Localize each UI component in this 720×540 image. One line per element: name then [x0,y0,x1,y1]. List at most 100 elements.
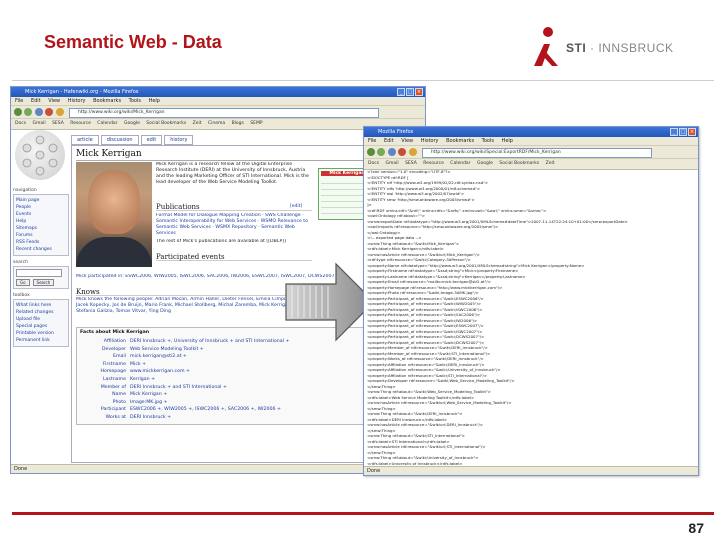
bookmark-item[interactable]: Zeit [193,121,202,126]
close-button[interactable]: × [688,128,696,136]
bookmark-item[interactable]: SEMP [250,121,262,126]
toolbox-item[interactable]: Related changes [16,309,66,316]
toolbox-item[interactable]: What links here [16,302,66,309]
minimize-button[interactable]: _ [397,88,405,96]
stop-icon[interactable] [45,108,53,116]
bio-section: Mick Kerrigan is a research fellow at th… [156,162,312,262]
menu-tools[interactable]: Tools [129,98,141,104]
bookmark-item[interactable]: Resource [423,161,444,166]
profile-photo[interactable] [76,162,152,267]
menu-help[interactable]: Help [149,98,160,104]
menu-file[interactable]: File [368,138,376,144]
sidebar-item-forums[interactable]: Forums [16,232,66,239]
reload-icon[interactable] [388,148,396,156]
fact-key[interactable]: Lastname [80,376,130,384]
toolbox-item[interactable]: Permanent link [16,337,66,344]
bookmark-item[interactable]: Cinema [208,121,225,126]
reload-icon[interactable] [35,108,43,116]
menu-tools[interactable]: Tools [482,138,494,144]
home-icon[interactable] [56,108,64,116]
stop-icon[interactable] [398,148,406,156]
menu-edit[interactable]: Edit [384,138,394,144]
fact-key[interactable]: Name [80,391,130,399]
menu-bookmarks[interactable]: Bookmarks [446,138,474,144]
menu-bookmarks[interactable]: Bookmarks [93,98,121,104]
menu-view[interactable]: View [48,98,60,104]
sidebar-item-sitemaps[interactable]: Sitemaps [16,225,66,232]
bookmark-item[interactable]: Gmail [32,121,45,126]
wiki-logo[interactable] [15,130,65,180]
menu-file[interactable]: File [15,98,23,104]
menu-history[interactable]: History [421,138,439,144]
bookmark-item[interactable]: Docs [15,121,26,126]
maximize-button[interactable]: □ [406,88,414,96]
fact-key[interactable]: Member of [80,384,130,392]
url-bar[interactable]: http://www.wiki.org/wiki/Special:ExportR… [422,148,652,158]
bookmark-item[interactable]: Calendar [450,161,470,166]
sidebar-item-main-page[interactable]: Main page [16,197,66,204]
tab-edit[interactable]: edit [140,135,163,145]
fact-key[interactable]: Photo [80,399,130,407]
sidebar-item-people[interactable]: People [16,204,66,211]
window-titlebar[interactable]: Mozilla Firefox _ □ × [364,127,698,137]
bookmark-item[interactable]: Calendar [97,121,117,126]
publication-list[interactable]: Formal Model for Dialogue Mapping Creati… [156,213,312,239]
bookmark-item[interactable]: Social Bookmarks [146,121,186,126]
bio-text: Mick Kerrigan is a research fellow at th… [156,162,309,185]
bookmark-item[interactable]: SESA [52,121,64,126]
bookmark-item[interactable]: Blogs [232,121,244,126]
url-bar[interactable]: http://www.wiki.org/wiki/Mick_Kerrigan [69,108,379,118]
bookmark-item[interactable]: Gmail [385,161,398,166]
molecule-logo-icon [22,135,58,176]
browser-window-rdf[interactable]: Mozilla Firefox _ □ × File Edit View His… [363,126,699,476]
menu-view[interactable]: View [401,138,413,144]
toolbox-item[interactable]: Printable version [16,330,66,337]
footer-divider [12,512,714,515]
back-icon[interactable] [367,148,375,156]
forward-icon[interactable] [377,148,385,156]
bookmark-item[interactable]: Google [124,121,140,126]
tab-discussion[interactable]: discussion [100,135,139,145]
bookmark-item[interactable]: Resource [70,121,91,126]
back-icon[interactable] [14,108,22,116]
go-button[interactable]: Go [16,279,30,286]
minimize-button[interactable]: _ [670,128,678,136]
sidebar-item-recent-changes[interactable]: Recent changes [16,246,66,253]
search-heading: search [13,260,28,265]
bookmark-item[interactable]: Docs [368,161,379,166]
fact-key[interactable]: Email [80,353,130,361]
fact-key[interactable]: Works at [80,414,130,422]
bookmark-item[interactable]: Google [477,161,493,166]
navigation-toolbar: http://www.wiki.org/wiki/Mick_Kerrigan [11,106,425,119]
toolbox-heading: toolbox [13,293,30,298]
bookmark-item[interactable]: Zeit [546,161,555,166]
search-input[interactable] [16,269,62,277]
forward-icon[interactable] [24,108,32,116]
fact-key[interactable]: Homepage [80,368,130,376]
maximize-button[interactable]: □ [679,128,687,136]
bookmark-item[interactable]: SESA [405,161,417,166]
home-icon[interactable] [409,148,417,156]
rdf-source-view[interactable]: <?xml version="1.0" encoding="UTF-8"?> <!… [367,169,695,465]
window-titlebar[interactable]: Mick Kerrigan - Hafenwiki.org - Mozilla … [11,87,425,97]
tab-history[interactable]: history [164,135,194,145]
toolbox-item[interactable]: Upload file [16,316,66,323]
sidebar-item-rss[interactable]: RSS Feeds [16,239,66,246]
search-button[interactable]: Search [32,279,55,286]
fact-key[interactable]: Developer [80,346,130,354]
close-button[interactable]: × [415,88,423,96]
sidebar-item-help[interactable]: Help [16,218,66,225]
edit-section-link[interactable]: [edit] [290,204,302,209]
tab-article[interactable]: article [71,135,99,145]
header-divider [12,80,714,81]
menu-edit[interactable]: Edit [31,98,41,104]
sidebar-item-events[interactable]: Events [16,211,66,218]
navigation-toolbar: http://www.wiki.org/wiki/Special:ExportR… [364,146,698,159]
fact-key[interactable]: Firstname [80,361,130,369]
menu-help[interactable]: Help [502,138,513,144]
menu-history[interactable]: History [68,98,86,104]
fact-key[interactable]: Affiliation [80,338,130,346]
toolbox-item[interactable]: Special pages [16,323,66,330]
bookmark-item[interactable]: Social Bookmarks [499,161,539,166]
fact-key[interactable]: Participant [80,406,130,414]
